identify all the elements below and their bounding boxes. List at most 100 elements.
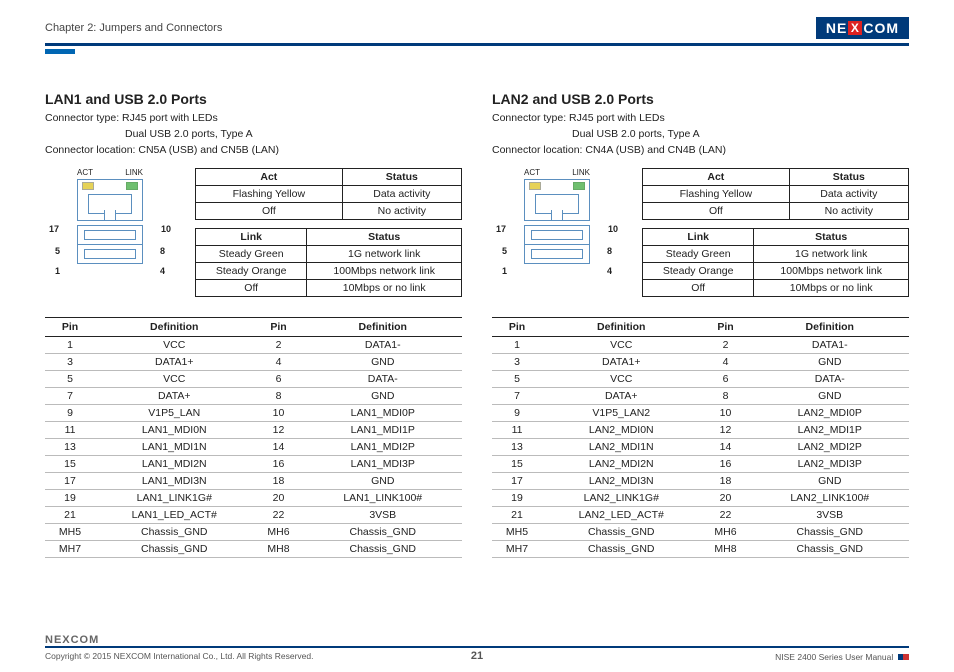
table-cell: 6: [700, 371, 750, 388]
table-cell: 14: [253, 439, 303, 456]
table-cell: 10: [700, 405, 750, 422]
table-row: Steady Green1G network link: [643, 246, 909, 263]
table-cell: 5: [45, 371, 95, 388]
table-row: Off10Mbps or no link: [196, 280, 462, 297]
table-cell: LAN1_MDI1P: [304, 422, 462, 439]
pin-label: 8: [160, 246, 165, 256]
table-row: 11LAN1_MDI0N12LAN1_MDI1P: [45, 422, 462, 439]
connector-diagram: ACTLINK17105814: [45, 168, 175, 264]
act-status-table: ActStatusFlashing YellowData activityOff…: [195, 168, 462, 220]
table-header: Link: [643, 229, 754, 246]
table-cell: LAN2_MDI2P: [751, 439, 909, 456]
table-cell: Off: [196, 203, 343, 220]
table-header: Pin: [253, 318, 303, 337]
table-cell: 3: [492, 354, 542, 371]
table-cell: 17: [492, 473, 542, 490]
table-cell: 9: [492, 405, 542, 422]
table-cell: 10: [253, 405, 303, 422]
table-cell: Data activity: [789, 186, 908, 203]
connector-diagram: ACTLINK17105814: [492, 168, 622, 264]
chapter-label: Chapter 2: Jumpers and Connectors: [45, 22, 222, 34]
manual-name: NISE 2400 Series User Manual: [503, 650, 909, 662]
table-cell: 16: [253, 456, 303, 473]
table-cell: DATA1-: [304, 337, 462, 354]
table-cell: 100Mbps network link: [307, 263, 462, 280]
table-cell: Steady Green: [196, 246, 307, 263]
section-title: LAN1 and USB 2.0 Ports: [45, 91, 462, 107]
table-row: 13LAN1_MDI1N14LAN1_MDI2P: [45, 439, 462, 456]
table-row: MH5Chassis_GNDMH6Chassis_GND: [45, 524, 462, 541]
pin-label: 5: [502, 246, 507, 256]
table-cell: Chassis_GND: [542, 524, 700, 541]
pin-label: 10: [608, 224, 618, 234]
table-cell: 100Mbps network link: [754, 263, 909, 280]
pin-definition-table: PinDefinitionPinDefinition1VCC2DATA1-3DA…: [492, 317, 909, 558]
table-cell: Chassis_GND: [751, 541, 909, 558]
table-cell: 15: [492, 456, 542, 473]
table-cell: LAN1_LINK100#: [304, 490, 462, 507]
table-header: Definition: [304, 318, 462, 337]
pin-label: 4: [607, 266, 612, 276]
table-cell: LAN1_MDI1N: [95, 439, 253, 456]
table-row: 19LAN2_LINK1G#20LAN2_LINK100#: [492, 490, 909, 507]
header-rule: [45, 43, 909, 46]
table-row: 9V1P5_LAN10LAN1_MDI0P: [45, 405, 462, 422]
brand-logo: NE X COM: [816, 17, 909, 39]
page-header: Chapter 2: Jumpers and Connectors NE X C…: [45, 15, 909, 41]
table-cell: 21: [492, 507, 542, 524]
usb-stack-icon: [77, 225, 143, 264]
link-status-table: LinkStatusSteady Green1G network linkSte…: [642, 228, 909, 297]
table-cell: Chassis_GND: [95, 541, 253, 558]
logo-pre: NE: [826, 20, 847, 36]
table-row: 21LAN2_LED_ACT#223VSB: [492, 507, 909, 524]
pin-label: 1: [55, 266, 60, 276]
table-cell: 2: [700, 337, 750, 354]
table-cell: 3VSB: [304, 507, 462, 524]
act-led-icon: [82, 182, 94, 190]
logo-x-icon: X: [848, 21, 862, 35]
table-row: 5VCC6DATA-: [492, 371, 909, 388]
usb-stack-icon: [524, 225, 590, 264]
act-status-table: ActStatusFlashing YellowData activityOff…: [642, 168, 909, 220]
table-cell: Off: [643, 203, 790, 220]
table-row: Steady Orange100Mbps network link: [196, 263, 462, 280]
table-cell: 11: [492, 422, 542, 439]
table-row: 3DATA1+4GND: [492, 354, 909, 371]
table-cell: LAN1_MDI3N: [95, 473, 253, 490]
table-header: Status: [754, 229, 909, 246]
table-cell: VCC: [95, 337, 253, 354]
link-led-icon: [573, 182, 585, 190]
table-cell: 3: [45, 354, 95, 371]
act-led-label: ACT: [77, 168, 93, 177]
pin-label: 1: [502, 266, 507, 276]
table-cell: 18: [700, 473, 750, 490]
usb-port-icon: [78, 226, 142, 245]
diagram-tables-row: ACTLINK17105814ActStatusFlashing YellowD…: [492, 168, 909, 305]
table-cell: LAN2_LED_ACT#: [542, 507, 700, 524]
table-cell: 1G network link: [754, 246, 909, 263]
table-cell: GND: [751, 473, 909, 490]
act-led-icon: [529, 182, 541, 190]
table-row: 7DATA+8GND: [492, 388, 909, 405]
table-cell: 1: [45, 337, 95, 354]
page-number: 21: [451, 650, 503, 662]
table-row: 15LAN2_MDI2N16LAN2_MDI3P: [492, 456, 909, 473]
connector-meta: Connector type: RJ45 port with LEDsDual …: [45, 111, 462, 158]
table-cell: 1: [492, 337, 542, 354]
table-cell: DATA1-: [751, 337, 909, 354]
table-row: Off10Mbps or no link: [643, 280, 909, 297]
logo-post: COM: [863, 20, 899, 36]
pin-label: 17: [496, 224, 506, 234]
table-cell: Chassis_GND: [751, 524, 909, 541]
table-cell: MH7: [492, 541, 542, 558]
meta-line: Connector location: CN4A (USB) and CN4B …: [492, 143, 909, 159]
table-row: 17LAN1_MDI3N18GND: [45, 473, 462, 490]
table-cell: LAN1_MDI2P: [304, 439, 462, 456]
table-header: Status: [307, 229, 462, 246]
table-row: 21LAN1_LED_ACT#223VSB: [45, 507, 462, 524]
table-cell: LAN2_MDI1N: [542, 439, 700, 456]
pin-label: 10: [161, 224, 171, 234]
table-row: MH7Chassis_GNDMH8Chassis_GND: [492, 541, 909, 558]
table-header: Status: [789, 169, 908, 186]
table-cell: Chassis_GND: [304, 524, 462, 541]
